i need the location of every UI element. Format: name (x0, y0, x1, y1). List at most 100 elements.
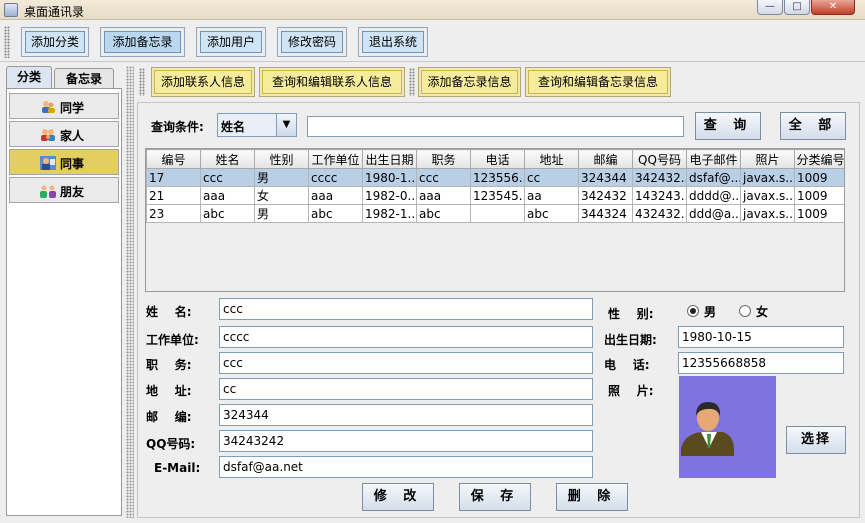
table-cell[interactable]: cc (524, 168, 579, 187)
change-password-button[interactable]: 修改密码 (277, 27, 347, 57)
table-cell[interactable]: 1009 (794, 168, 844, 187)
table-cell[interactable]: 344324 (578, 204, 633, 223)
birth-field[interactable]: 1980-10-15 (678, 326, 844, 348)
panel-splitter[interactable] (126, 66, 134, 518)
query-edit-memo-button[interactable]: 查询和编辑备忘录信息 (525, 67, 671, 97)
column-header[interactable]: 邮编 (578, 149, 633, 169)
column-header[interactable]: 编号 (146, 149, 201, 169)
table-cell[interactable]: abc (308, 204, 363, 223)
position-field[interactable]: ccc (219, 352, 593, 374)
contacts-table[interactable]: 编号 姓名 性别 工作单位 出生日期 职务 电话 地址 邮编 QQ号码 电子邮件… (145, 148, 845, 292)
table-cell[interactable] (470, 204, 525, 223)
table-cell[interactable]: 1009 (794, 204, 844, 223)
add-user-button[interactable]: 添加用户 (196, 27, 266, 57)
toolbar-grip[interactable] (4, 26, 10, 58)
table-cell[interactable]: ddd@a... (686, 204, 741, 223)
chevron-down-icon[interactable]: ▼ (276, 114, 296, 136)
column-header[interactable]: 地址 (524, 149, 579, 169)
column-header[interactable]: 照片 (740, 149, 795, 169)
choose-photo-button[interactable]: 选择 (786, 426, 846, 454)
table-cell[interactable]: abc (524, 204, 579, 223)
table-cell[interactable]: 男 (254, 168, 309, 187)
close-button[interactable]: ✕ (811, 0, 855, 15)
zip-field[interactable]: 324344 (219, 404, 593, 426)
save-button[interactable]: 保 存 (459, 483, 531, 511)
tab-memo[interactable]: 备忘录 (54, 68, 114, 90)
table-cell[interactable]: ccc (200, 168, 255, 187)
table-cell[interactable]: 1982-0... (362, 186, 417, 205)
exit-button[interactable]: 退出系统 (358, 27, 428, 57)
add-memo-info-button[interactable]: 添加备忘录信息 (418, 67, 521, 97)
table-cell[interactable]: 123556... (470, 168, 525, 187)
phone-field[interactable]: 12355668858 (678, 352, 844, 374)
column-header[interactable]: 出生日期 (362, 149, 417, 169)
table-cell[interactable]: 男 (254, 204, 309, 223)
email-field[interactable]: dsfaf@aa.net (219, 456, 593, 478)
table-cell[interactable]: aaa (308, 186, 363, 205)
gender-female-radio[interactable] (739, 305, 751, 317)
minimize-button[interactable]: — (757, 0, 783, 15)
table-cell[interactable]: 342432 (578, 186, 633, 205)
category-item-family[interactable]: 家人 (9, 121, 119, 147)
table-cell[interactable]: 1980-1... (362, 168, 417, 187)
all-button[interactable]: 全 部 (780, 112, 846, 140)
table-cell[interactable]: cccc (308, 168, 363, 187)
column-header[interactable]: 姓名 (200, 149, 255, 169)
query-edit-contact-button[interactable]: 查询和编辑联系人信息 (259, 67, 405, 97)
table-cell[interactable]: aa (524, 186, 579, 205)
maximize-button[interactable]: □ (784, 0, 810, 15)
category-item-classmate[interactable]: 同学 (9, 93, 119, 119)
column-header[interactable]: 电话 (470, 149, 525, 169)
column-header[interactable]: 性别 (254, 149, 309, 169)
table-cell[interactable]: 123545... (470, 186, 525, 205)
table-cell[interactable]: 21 (146, 186, 201, 205)
query-field-select[interactable]: 姓名 ▼ (217, 113, 297, 137)
table-cell[interactable]: abc (200, 204, 255, 223)
qq-field[interactable]: 34243242 (219, 430, 593, 452)
table-cell[interactable]: 1009 (794, 186, 844, 205)
column-header[interactable]: 电子邮件 (686, 149, 741, 169)
add-memo-button[interactable]: 添加备忘录 (100, 27, 185, 57)
table-cell[interactable]: aaa (200, 186, 255, 205)
table-cell[interactable]: 342432... (632, 168, 687, 187)
subtoolbar-grip[interactable] (139, 68, 145, 96)
table-cell[interactable]: 324344 (578, 168, 633, 187)
table-cell[interactable]: dddd@... (686, 186, 741, 205)
modify-button[interactable]: 修 改 (362, 483, 434, 511)
gender-male-radio[interactable] (687, 305, 699, 317)
delete-button[interactable]: 删 除 (556, 483, 628, 511)
table-row[interactable]: 23 abc 男 abc 1982-1... abc abc 344324 43… (146, 204, 844, 223)
category-item-colleague[interactable]: 同事 (9, 149, 119, 175)
column-header[interactable]: QQ号码 (632, 149, 687, 169)
column-header[interactable]: 职务 (416, 149, 471, 169)
table-cell[interactable]: javax.s... (740, 186, 795, 205)
add-contact-button[interactable]: 添加联系人信息 (151, 67, 255, 97)
table-cell[interactable]: 432432... (632, 204, 687, 223)
table-row[interactable]: 17 ccc 男 cccc 1980-1... ccc 123556... cc… (146, 168, 844, 187)
table-cell[interactable]: abc (416, 204, 471, 223)
table-cell[interactable]: 女 (254, 186, 309, 205)
name-field[interactable]: ccc (219, 298, 593, 320)
column-header[interactable]: 分类编号 (794, 149, 844, 169)
search-button[interactable]: 查 询 (695, 112, 761, 140)
category-item-friend[interactable]: 朋友 (9, 177, 119, 203)
add-category-button[interactable]: 添加分类 (21, 27, 89, 57)
query-input[interactable] (307, 116, 684, 137)
column-header[interactable]: 工作单位 (308, 149, 363, 169)
company-field[interactable]: cccc (219, 326, 593, 348)
gender-female-label[interactable]: 女 (756, 303, 768, 320)
address-field[interactable]: cc (219, 378, 593, 400)
table-cell[interactable]: ccc (416, 168, 471, 187)
table-cell[interactable]: 23 (146, 204, 201, 223)
table-cell[interactable]: dsfaf@... (686, 168, 741, 187)
subtoolbar-grip-2[interactable] (409, 68, 415, 96)
table-cell[interactable]: 143243... (632, 186, 687, 205)
table-cell[interactable]: 1982-1... (362, 204, 417, 223)
tab-category[interactable]: 分类 (6, 66, 52, 90)
table-cell[interactable]: aaa (416, 186, 471, 205)
table-cell[interactable]: javax.s... (740, 204, 795, 223)
table-cell[interactable]: javax.s... (740, 168, 795, 187)
table-row[interactable]: 21 aaa 女 aaa 1982-0... aaa 123545... aa … (146, 186, 844, 205)
table-cell[interactable]: 17 (146, 168, 201, 187)
gender-male-label[interactable]: 男 (704, 303, 716, 320)
